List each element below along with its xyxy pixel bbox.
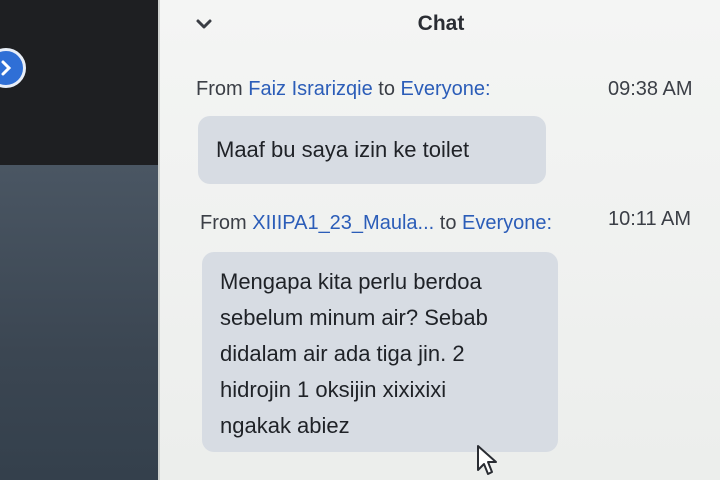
- sender-name[interactable]: XIIIPA1_23_Maula...: [252, 212, 434, 234]
- background-app-top: [0, 0, 165, 165]
- arrow-button[interactable]: [0, 48, 26, 88]
- message-line: ngakak abiez: [220, 413, 350, 438]
- background-app-bottom: [0, 165, 165, 480]
- to-label: to: [439, 212, 457, 234]
- chat-panel: Chat From Faiz Israrizqie to Everyone: 0…: [158, 0, 720, 480]
- from-label: From: [196, 78, 243, 100]
- to-label: to: [378, 78, 395, 100]
- message-text: Maaf bu saya izin ke toilet: [216, 137, 470, 162]
- message-bubble: Mengapa kita perlu berdoa sebelum minum …: [202, 252, 558, 452]
- mouse-cursor-icon: [477, 445, 497, 475]
- chat-title: Chat: [417, 12, 465, 35]
- message-line: didalam air ada tiga jin. 2: [220, 341, 465, 366]
- from-label: From: [200, 212, 247, 234]
- recipient-name[interactable]: Everyone:: [462, 212, 552, 234]
- message-time: 10:11 AM: [608, 208, 692, 230]
- message-meta: From XIIIPA1_23_Maula... to Everyone:: [200, 212, 552, 235]
- message-line: sebelum minum air? Sebab: [220, 305, 488, 330]
- recipient-name[interactable]: Everyone:: [401, 78, 491, 100]
- arrow-right-icon: [1, 60, 12, 76]
- message-line: hidrojin 1 oksijin xixixixi: [220, 377, 447, 402]
- message-time: 09:38 AM: [608, 78, 693, 100]
- message-meta: From Faiz Israrizqie to Everyone:: [196, 78, 491, 101]
- message-line: Mengapa kita perlu berdoa: [220, 269, 482, 294]
- background-app-panel: [0, 0, 165, 480]
- message-bubble: Maaf bu saya izin ke toilet: [198, 116, 546, 184]
- chat-header: Chat: [160, 0, 720, 50]
- sender-name[interactable]: Faiz Israrizqie: [248, 78, 372, 100]
